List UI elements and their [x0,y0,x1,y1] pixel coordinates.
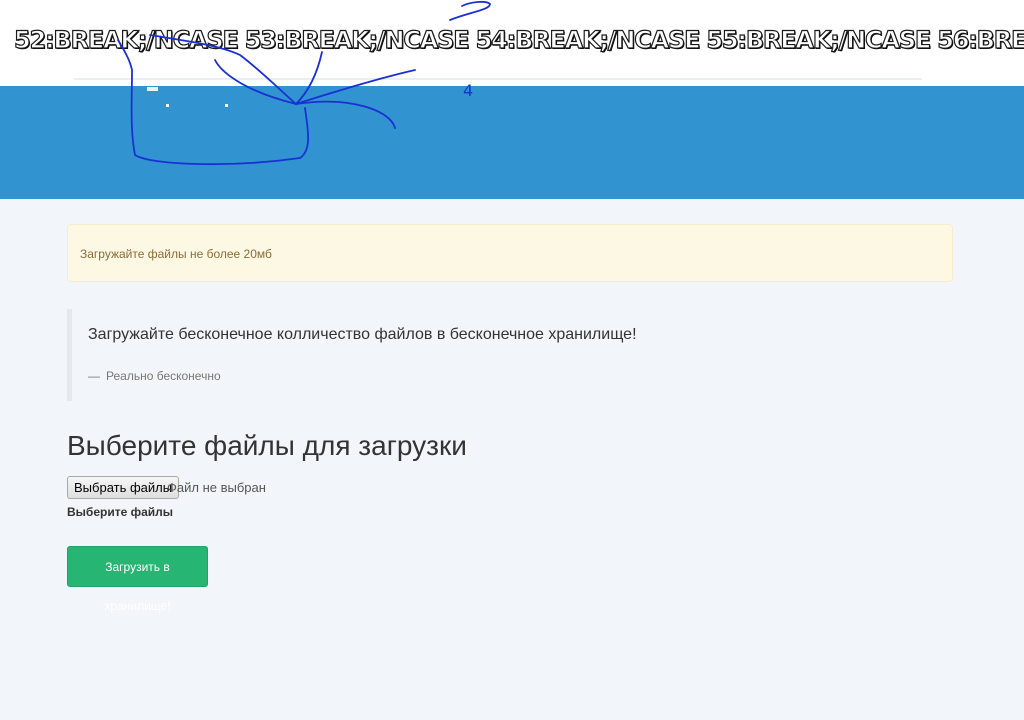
overlay-caption: 52:BREAK;/NCASE 53:BREAK;/NCASE 54:BREAK… [14,25,1024,54]
choose-files-button[interactable]: Выбрать файлы [67,476,180,499]
quote-text: Загружайте бесконечное колличество файло… [88,326,637,343]
hero-dot [225,104,228,107]
hero-banner [0,86,1024,199]
upload-submit-button[interactable]: Загрузить в хранилище! [67,546,208,613]
hero-dot [166,104,169,107]
quote-dash: — [88,369,100,383]
quote-footer: — Реально бесконечно [88,369,221,383]
quote-footer-text: Реально бесконечно [106,369,221,383]
file-status: Файл не выбран [167,480,266,495]
blockquote: Загружайте бесконечное колличество файло… [67,309,667,401]
upload-heading: Выберите файлы для загрузки [67,430,467,461]
file-size-alert: Загружайте файлы не более 20мб [67,224,953,282]
hero-marker [147,87,158,91]
file-help-text: Выберите файлы [67,505,174,519]
